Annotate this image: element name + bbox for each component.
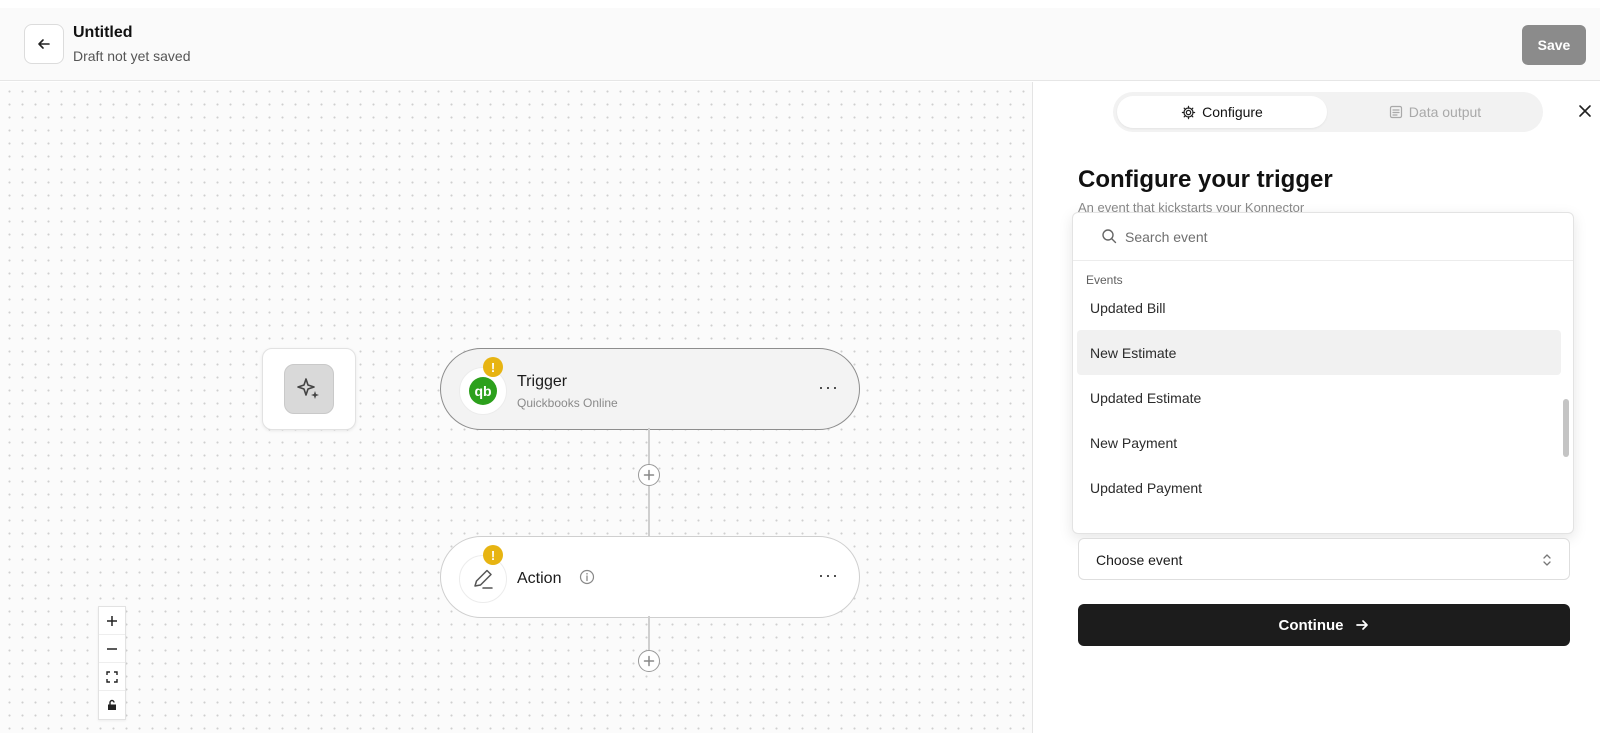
- quickbooks-logo-icon: qb: [469, 377, 497, 405]
- page-title: Untitled: [73, 24, 133, 41]
- event-dropdown: Events Updated Bill New Estimate Updated…: [1072, 212, 1574, 534]
- lock-button[interactable]: [99, 691, 125, 719]
- pencil-icon: [474, 569, 493, 589]
- draft-status: Draft not yet saved: [73, 48, 191, 64]
- panel-title: Configure your trigger: [1078, 166, 1333, 193]
- tab-configure-label: Configure: [1202, 104, 1263, 120]
- zoom-out-icon: [107, 647, 117, 650]
- plus-icon: [643, 469, 655, 481]
- save-button[interactable]: Save: [1522, 25, 1586, 65]
- back-button[interactable]: [24, 24, 64, 64]
- event-option[interactable]: Updated Payment: [1077, 465, 1561, 510]
- continue-label: Continue: [1278, 616, 1344, 634]
- search-icon: [1102, 229, 1117, 244]
- continue-button[interactable]: Continue: [1078, 604, 1570, 646]
- top-header: Untitled Draft not yet saved Save: [0, 8, 1600, 81]
- action-node[interactable]: ! Action ···: [440, 536, 860, 618]
- fit-view-icon: [106, 670, 118, 683]
- event-search-row: [1073, 213, 1573, 261]
- action-more-button[interactable]: ···: [818, 565, 839, 586]
- event-search-input[interactable]: [1125, 223, 1545, 251]
- choose-event-label: Choose event: [1096, 552, 1183, 568]
- chevron-up-down-icon: [1543, 554, 1551, 566]
- add-step-button[interactable]: [638, 650, 660, 672]
- zoom-out-button[interactable]: [99, 635, 125, 663]
- action-node-title: Action: [517, 570, 562, 587]
- config-panel: Configure Data output Configure your tri…: [1032, 82, 1600, 733]
- connector-line: [648, 616, 650, 652]
- dropdown-scrollbar[interactable]: [1563, 399, 1569, 457]
- trigger-more-button[interactable]: ···: [818, 377, 839, 398]
- sparkles-icon: [297, 378, 319, 399]
- fit-view-button[interactable]: [99, 663, 125, 691]
- workflow-canvas[interactable]: qb ! Trigger Quickbooks Online ··· ! Act…: [0, 82, 1032, 733]
- add-step-button[interactable]: [638, 464, 660, 486]
- zoom-controls: [98, 606, 126, 720]
- trigger-node[interactable]: qb ! Trigger Quickbooks Online ···: [440, 348, 860, 430]
- zoom-in-button[interactable]: [99, 607, 125, 635]
- event-option[interactable]: New Payment: [1077, 420, 1561, 465]
- warning-badge: !: [483, 545, 503, 565]
- arrow-right-icon: [1355, 620, 1368, 630]
- gear-icon: [1181, 105, 1196, 119]
- trigger-node-title: Trigger: [517, 373, 568, 390]
- ai-assistant-button[interactable]: [284, 364, 334, 414]
- document-icon: [1389, 105, 1402, 119]
- zoom-in-icon: [107, 615, 117, 626]
- trigger-node-subtitle: Quickbooks Online: [517, 396, 618, 410]
- close-panel-button[interactable]: [1573, 99, 1597, 123]
- info-icon[interactable]: [579, 569, 595, 585]
- choose-event-select[interactable]: Choose event: [1078, 538, 1570, 580]
- lock-icon: [108, 699, 116, 710]
- event-option[interactable]: New Estimate: [1077, 330, 1561, 375]
- event-option[interactable]: Updated Estimate: [1077, 375, 1561, 420]
- panel-tabs: Configure Data output: [1113, 92, 1543, 132]
- close-icon: [1579, 105, 1591, 117]
- plus-icon: [643, 655, 655, 667]
- svg-text:qb: qb: [474, 383, 491, 399]
- arrow-left-icon: [38, 39, 50, 49]
- tab-data-output[interactable]: Data output: [1331, 96, 1539, 128]
- warning-badge: !: [483, 357, 503, 377]
- ai-assistant-node[interactable]: [262, 348, 356, 430]
- tab-configure[interactable]: Configure: [1117, 96, 1327, 128]
- event-options-list: Updated Bill New Estimate Updated Estima…: [1077, 285, 1561, 510]
- event-option[interactable]: Updated Bill: [1077, 285, 1561, 330]
- connector-line: [648, 486, 650, 536]
- tab-data-output-label: Data output: [1408, 104, 1482, 120]
